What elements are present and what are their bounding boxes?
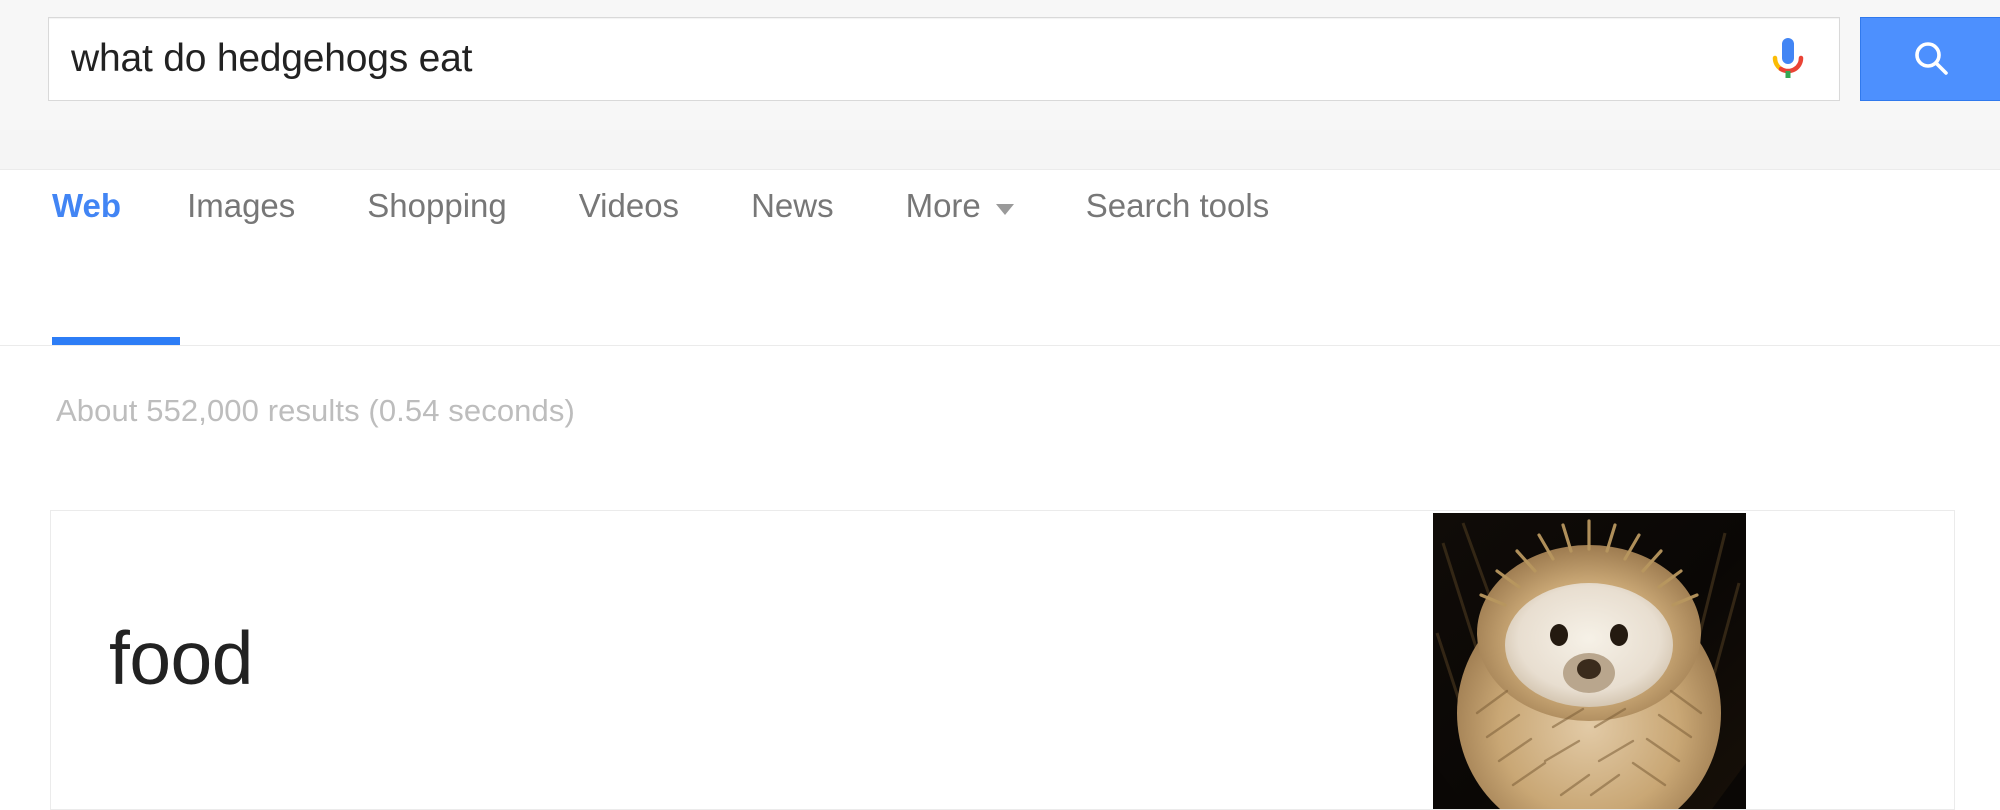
tab-web-label: Web	[52, 187, 122, 224]
hedgehog-image	[1433, 513, 1746, 809]
tab-videos-label: Videos	[578, 187, 680, 224]
result-stats: About 552,000 results (0.54 seconds)	[56, 393, 575, 428]
search-header	[0, 0, 2000, 130]
tab-search-tools-label: Search tools	[1085, 187, 1270, 224]
search-button[interactable]	[1860, 17, 2000, 101]
active-tab-underline	[52, 337, 180, 345]
microphone-icon[interactable]	[1759, 30, 1817, 88]
tab-web[interactable]: Web	[52, 184, 121, 228]
nav-tabs: Web Images Shopping Videos News More Sea…	[52, 184, 1341, 284]
tab-news-label: News	[751, 187, 834, 224]
search-nav-bar: Web Images Shopping Videos News More Sea…	[0, 130, 2000, 346]
answer-card: food	[50, 510, 1955, 810]
tab-more-label: More	[905, 187, 981, 224]
nav-gray-strip	[0, 130, 2000, 170]
tab-news[interactable]: News	[751, 184, 834, 228]
chevron-down-icon	[995, 203, 1014, 215]
answer-text: food	[109, 616, 253, 700]
tab-images[interactable]: Images	[187, 184, 295, 228]
tab-images-label: Images	[187, 187, 296, 224]
tab-search-tools[interactable]: Search tools	[1086, 184, 1269, 228]
magnifier-icon	[1915, 42, 1948, 75]
tab-shopping-label: Shopping	[367, 187, 507, 224]
tab-videos[interactable]: Videos	[579, 184, 679, 228]
search-bar	[48, 17, 2000, 101]
tab-shopping[interactable]: Shopping	[367, 184, 506, 228]
hedgehog-photo[interactable]	[1433, 513, 1746, 809]
search-input[interactable]	[71, 18, 1711, 100]
microphone-glyph	[1772, 38, 1804, 78]
search-field-box[interactable]	[48, 17, 1840, 101]
tab-more[interactable]: More	[906, 184, 1014, 228]
